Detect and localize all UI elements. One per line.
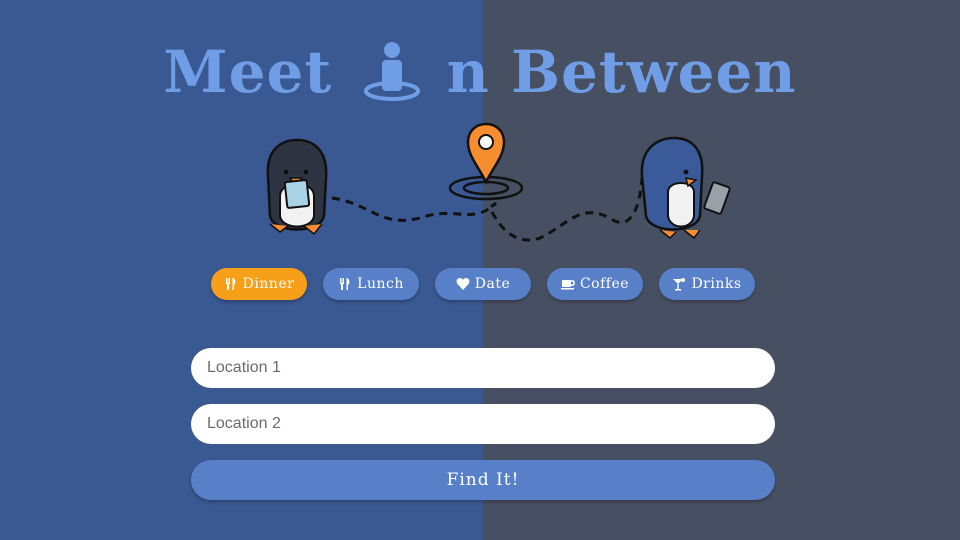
tab-label: Coffee [579,276,630,292]
tab-label: Drinks [691,276,742,292]
penguins-illustration [266,122,731,242]
title-meet: Meet [163,38,333,106]
find-it-button[interactable]: Find It! [191,460,775,500]
person-on-pin-icon [364,42,421,101]
tab-lunch[interactable]: Lunch [323,268,419,300]
location-1-input[interactable] [191,348,775,388]
title-n-between: n Between [446,38,797,106]
cocktail-icon [673,278,686,291]
tab-label: Lunch [357,276,404,292]
utensils-icon [225,278,236,290]
dashed-path [331,177,644,242]
tab-label: Date [474,276,511,292]
app-title: Meet n Between [0,28,960,111]
heart-icon [456,278,470,290]
right-penguin [640,136,731,240]
location-2-input[interactable] [191,404,775,444]
utensils-icon [340,278,350,290]
location-pin-icon [448,122,524,201]
tab-label: Dinner [242,276,295,292]
tab-dinner[interactable]: Dinner [211,268,307,300]
tab-coffee[interactable]: Coffee [547,268,643,300]
category-tabs: Dinner Lunch Date Coffee Drinks [0,268,960,300]
tab-drinks[interactable]: Drinks [659,268,755,300]
coffee-icon [560,280,575,290]
tab-date[interactable]: Date [435,268,531,300]
left-penguin [266,138,328,236]
